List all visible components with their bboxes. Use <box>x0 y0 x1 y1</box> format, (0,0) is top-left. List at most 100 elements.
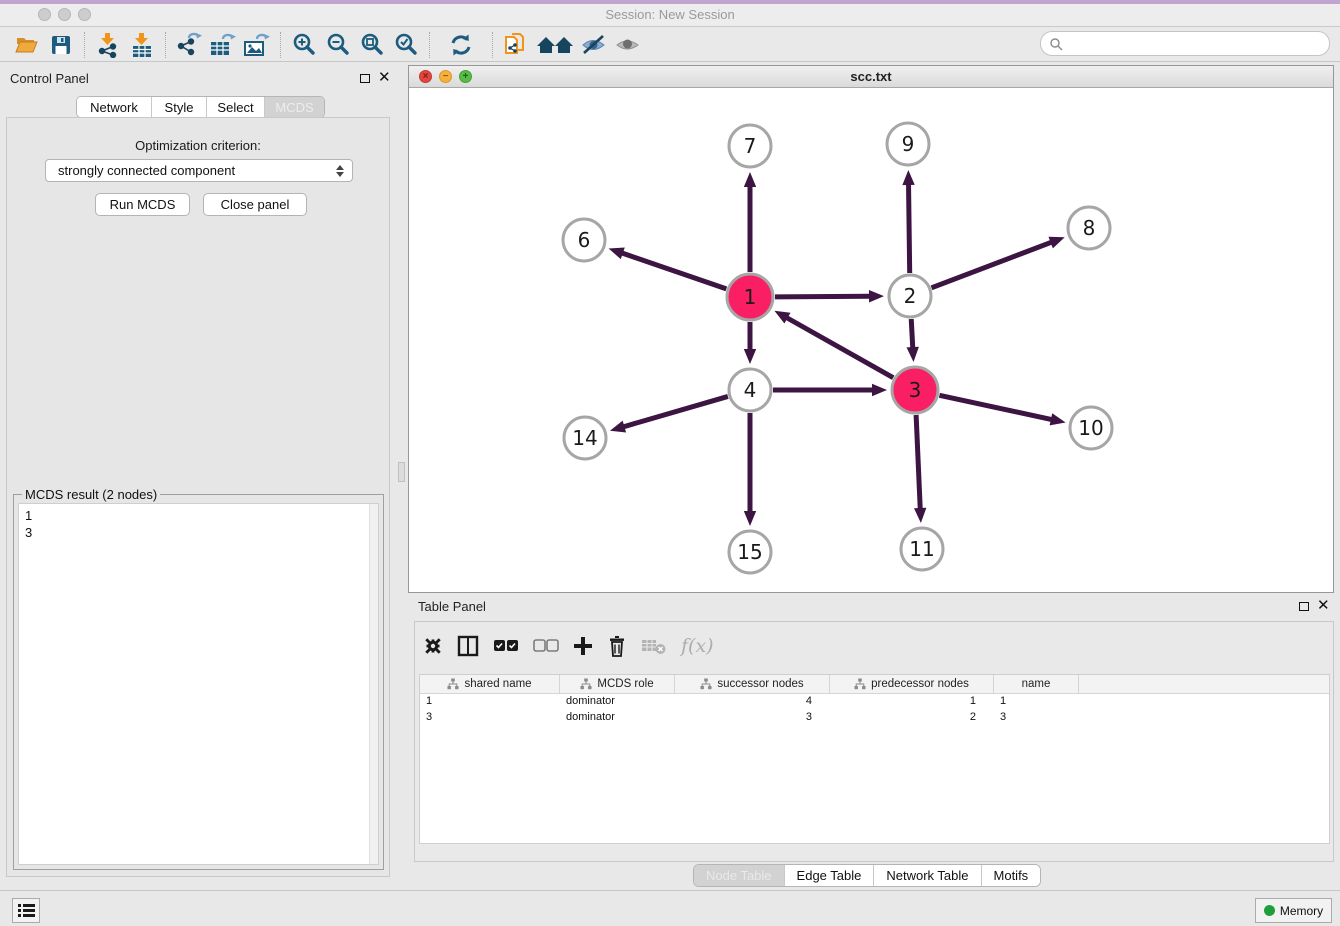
add-column-button[interactable] <box>573 633 593 659</box>
graph-node-11[interactable]: 11 <box>901 528 943 570</box>
select-all-button[interactable] <box>493 633 519 659</box>
column-header-shared_name[interactable]: shared name <box>420 675 560 693</box>
vertical-splitter-handle[interactable] <box>398 462 405 482</box>
control-panel-close-icon[interactable]: ✕ <box>378 73 391 83</box>
svg-text:3: 3 <box>909 378 922 402</box>
export-image-icon <box>243 32 271 58</box>
export-image-button[interactable] <box>240 31 274 59</box>
tab-node-table[interactable]: Node Table <box>694 865 784 886</box>
svg-text:10: 10 <box>1078 416 1103 440</box>
graph-node-4[interactable]: 4 <box>729 369 771 411</box>
network-file-button[interactable] <box>499 31 533 59</box>
graph-edge-1-4 <box>744 322 756 364</box>
criterion-dropdown[interactable]: strongly connected component <box>45 159 353 182</box>
task-history-button[interactable] <box>12 898 40 923</box>
show-graphics-details-button[interactable] <box>611 31 645 59</box>
svg-text:9: 9 <box>902 132 915 156</box>
attribute-tree-icon <box>580 678 592 690</box>
control-panel-tabs: Network Style Select MCDS <box>76 96 325 118</box>
tab-network-table[interactable]: Network Table <box>873 865 980 886</box>
graph-node-6[interactable]: 6 <box>563 219 605 261</box>
zoom-selected-button[interactable] <box>389 31 423 59</box>
graph-node-14[interactable]: 14 <box>564 417 606 459</box>
home-button[interactable] <box>533 31 577 59</box>
table-row[interactable]: 3dominator323 <box>420 710 1329 726</box>
graph-edge-1-6 <box>609 247 727 288</box>
network-canvas[interactable]: 7 9 6 8 1 2 4 3 14 10 15 11 <box>409 88 1333 592</box>
settings-gear-button[interactable] <box>423 633 443 659</box>
zoom-selected-icon <box>393 32 419 58</box>
result-line: 1 <box>25 507 378 524</box>
delete-column-button[interactable] <box>607 633 627 659</box>
criterion-value: strongly connected component <box>58 163 235 178</box>
export-table-icon <box>209 32 237 58</box>
tab-mcds[interactable]: MCDS <box>264 97 324 117</box>
column-header-predecessor_nodes[interactable]: predecessor nodes <box>830 675 994 693</box>
table-panel-float-icon[interactable] <box>1299 602 1309 611</box>
export-network-button[interactable] <box>172 31 206 59</box>
control-panel-float-icon[interactable] <box>360 74 370 83</box>
graph-node-15[interactable]: 15 <box>729 531 771 573</box>
zoom-out-icon <box>325 32 351 58</box>
svg-text:14: 14 <box>572 426 597 450</box>
graph-node-8[interactable]: 8 <box>1068 207 1110 249</box>
export-table-button[interactable] <box>206 31 240 59</box>
tab-select[interactable]: Select <box>206 97 264 117</box>
table-panel-body: f(x) shared nameMCDS rolesuccessor nodes… <box>414 621 1334 862</box>
delete-table-button[interactable] <box>641 633 667 659</box>
zoom-in-button[interactable] <box>287 31 321 59</box>
graph-edge-3-10 <box>939 395 1065 425</box>
mcds-result-title: MCDS result (2 nodes) <box>22 487 160 502</box>
function-builder-button[interactable]: f(x) <box>681 633 714 659</box>
svg-text:6: 6 <box>578 228 591 252</box>
window-title: Session: New Session <box>0 7 1340 22</box>
graph-node-2[interactable]: 2 <box>889 275 931 317</box>
memory-label: Memory <box>1280 904 1323 918</box>
home-icon <box>535 33 575 57</box>
import-network-button[interactable] <box>91 31 125 59</box>
graph-node-7[interactable]: 7 <box>729 125 771 167</box>
graph-node-10[interactable]: 10 <box>1070 407 1112 449</box>
toolbar-separator <box>492 32 493 58</box>
import-network-icon <box>95 32 121 58</box>
export-network-icon <box>175 32 203 58</box>
mcds-result-textarea[interactable]: 1 3 <box>18 503 379 865</box>
close-panel-button[interactable]: Close panel <box>203 193 307 216</box>
svg-text:7: 7 <box>744 134 757 158</box>
zoom-out-button[interactable] <box>321 31 355 59</box>
network-window-titlebar[interactable]: × − + scc.txt <box>409 66 1333 88</box>
status-bar: Memory <box>0 890 1340 926</box>
graph-node-1[interactable]: 1 <box>727 274 773 320</box>
show-graphics-details-icon <box>614 33 642 57</box>
table-toolbar: f(x) <box>423 630 714 662</box>
run-mcds-button[interactable]: Run MCDS <box>95 193 190 216</box>
toggle-column-view-button[interactable] <box>457 633 479 659</box>
graph-node-3[interactable]: 3 <box>892 367 938 413</box>
tab-style[interactable]: Style <box>151 97 206 117</box>
table-row[interactable]: 1dominator411 <box>420 694 1329 710</box>
toggle-column-view-icon <box>457 635 479 657</box>
tab-motifs[interactable]: Motifs <box>981 865 1041 886</box>
result-scrollbar[interactable] <box>369 504 378 864</box>
open-session-button[interactable] <box>10 31 44 59</box>
import-table-button[interactable] <box>125 31 159 59</box>
tab-edge-table[interactable]: Edge Table <box>784 865 874 886</box>
result-line: 3 <box>25 524 378 541</box>
column-header-successor_nodes[interactable]: successor nodes <box>675 675 830 693</box>
search-input[interactable] <box>1040 31 1330 56</box>
main-toolbar <box>0 28 1340 62</box>
attribute-tree-icon <box>447 678 459 690</box>
zoom-fit-button[interactable] <box>355 31 389 59</box>
graph-edge-4-3 <box>773 384 887 396</box>
hide-graphics-details-button[interactable] <box>577 31 611 59</box>
deselect-all-button[interactable] <box>533 633 559 659</box>
memory-button[interactable]: Memory <box>1255 898 1332 923</box>
table-panel-close-icon[interactable]: ✕ <box>1317 601 1330 611</box>
column-header-name[interactable]: name <box>994 675 1079 693</box>
graph-node-9[interactable]: 9 <box>887 123 929 165</box>
save-session-button[interactable] <box>44 31 78 59</box>
tab-network[interactable]: Network <box>77 97 151 117</box>
refresh-view-button[interactable] <box>444 31 478 59</box>
column-header-mcds_role[interactable]: MCDS role <box>560 675 675 693</box>
toolbar-separator <box>84 32 85 58</box>
